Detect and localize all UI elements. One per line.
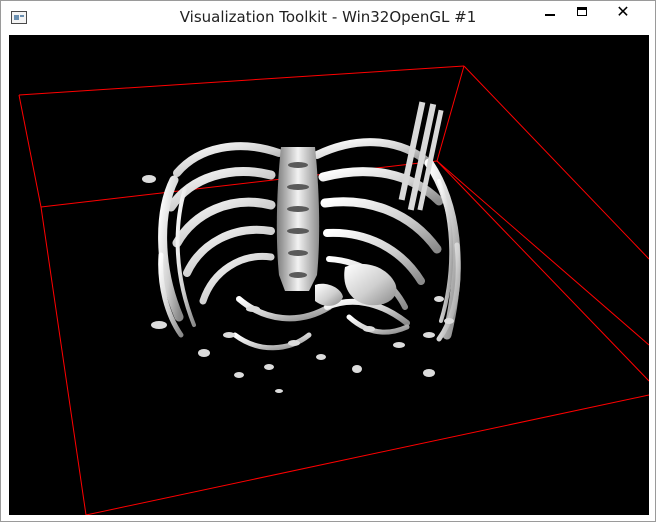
minimize-button[interactable] <box>534 1 566 23</box>
close-icon: ✕ <box>616 2 630 21</box>
render-window-viewport[interactable] <box>9 35 649 515</box>
maximize-icon <box>577 7 587 16</box>
app-window: Visualization Toolkit - Win32OpenGL #1 ✕ <box>0 0 656 522</box>
render-canvas[interactable] <box>9 35 649 515</box>
close-button[interactable]: ✕ <box>598 1 648 23</box>
spine-surface <box>276 147 320 291</box>
title-bar[interactable]: Visualization Toolkit - Win32OpenGL #1 ✕ <box>1 1 655 35</box>
maximize-button[interactable] <box>566 1 598 23</box>
minimize-icon <box>545 14 555 16</box>
sternum-surface <box>315 263 397 306</box>
